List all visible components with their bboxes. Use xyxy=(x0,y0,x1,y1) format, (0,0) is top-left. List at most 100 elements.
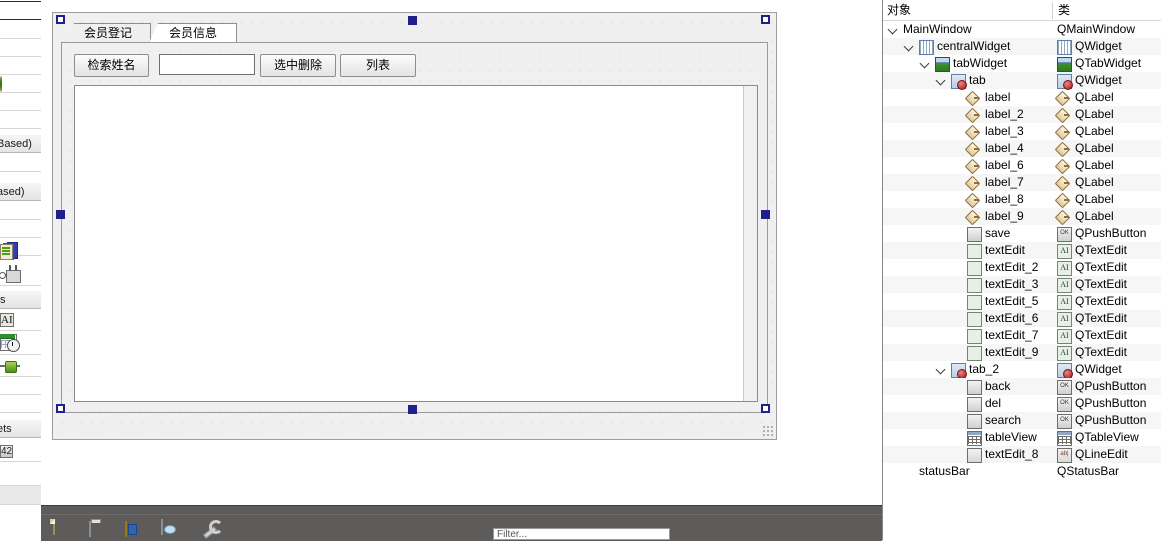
selection-handle-middle-left[interactable] xyxy=(56,210,65,219)
column-header-object[interactable]: 对象 xyxy=(887,0,911,20)
object-inspector-row[interactable]: textEdit_7 AI QTextEdit xyxy=(883,327,1161,344)
widget-box-category-item-based-2[interactable]: ased) xyxy=(0,182,41,201)
widget-box-row[interactable] xyxy=(0,220,41,238)
table-vertical-scrollbar[interactable] xyxy=(743,86,757,401)
object-inspector-row[interactable]: tab QWidget xyxy=(883,72,1161,90)
object-inspector-row[interactable]: label_9 QLabel xyxy=(883,208,1161,225)
search-name-input[interactable] xyxy=(159,54,255,75)
object-inspector-row[interactable]: label_3 QLabel xyxy=(883,123,1161,140)
widget-box-row-arrow[interactable] xyxy=(0,75,41,93)
column-divider[interactable] xyxy=(1052,2,1053,19)
class-name: QLabel xyxy=(1075,175,1114,189)
object-inspector-row[interactable]: label_6 QLabel xyxy=(883,157,1161,174)
open-project-icon[interactable] xyxy=(125,520,145,538)
object-inspector-row[interactable]: label_4 QLabel xyxy=(883,140,1161,157)
search-button[interactable]: 检索姓名 xyxy=(74,54,149,77)
object-inspector-row[interactable]: tabWidget QTabWidget xyxy=(883,55,1161,72)
selection-handle-bottom-left[interactable] xyxy=(56,404,65,413)
object-inspector-row[interactable]: label_8 QLabel xyxy=(883,191,1161,208)
widget-box-row-spinbox[interactable]: 42 xyxy=(0,440,41,462)
table-view[interactable] xyxy=(74,85,758,402)
widget-box-category-display-widgets[interactable]: ets xyxy=(0,419,41,438)
object-inspector-row[interactable]: textEdit_3 AI QTextEdit xyxy=(883,276,1161,293)
tab-page-content[interactable]: 检索姓名 选中删除 列表 xyxy=(61,42,768,413)
widget-box-category-item-based[interactable]: Based) xyxy=(0,134,41,153)
selection-handle-bottom-right[interactable] xyxy=(761,404,770,413)
widget-box-row-books[interactable] xyxy=(0,238,41,260)
tab-hui-yuan-deng-ji[interactable]: 会员登记 xyxy=(65,23,151,43)
object-inspector-row[interactable]: textEdit AI QTextEdit xyxy=(883,242,1161,259)
object-inspector-row[interactable]: centralWidget QWidget xyxy=(883,38,1161,55)
wrench-icon[interactable] xyxy=(201,520,221,538)
object-inspector-row[interactable]: textEdit_2 AI QTextEdit xyxy=(883,259,1161,276)
chevron-down-icon[interactable] xyxy=(937,76,946,85)
column-header-class[interactable]: 类 xyxy=(1058,0,1070,20)
object-inspector-row[interactable]: textEdit_5 AI QTextEdit xyxy=(883,293,1161,310)
widget-box-row[interactable] xyxy=(0,154,41,172)
widget-box-row-label[interactable]: AI xyxy=(0,310,41,331)
widget-box-row[interactable] xyxy=(0,93,41,111)
delete-selected-button[interactable]: 选中删除 xyxy=(260,54,336,77)
form-resize-grip[interactable] xyxy=(762,425,773,436)
tab-page-icon-class xyxy=(1057,74,1073,90)
object-inspector-row[interactable]: del OK QPushButton xyxy=(883,395,1161,412)
form-window[interactable]: 会员登记 会员信息 检索姓名 选中删除 列表 xyxy=(52,12,777,440)
object-inspector-row[interactable]: back OK QPushButton xyxy=(883,378,1161,395)
widget-box-row[interactable] xyxy=(0,57,41,75)
new-file-icon[interactable] xyxy=(53,519,73,538)
object-name: label_9 xyxy=(985,209,1024,223)
widget-box-scrollbar[interactable] xyxy=(0,486,41,505)
chevron-down-icon[interactable] xyxy=(905,42,914,51)
object-inspector-row[interactable]: tableView QTableView xyxy=(883,429,1161,446)
selection-handle-top-left[interactable] xyxy=(56,15,65,24)
chevron-down-icon[interactable] xyxy=(889,25,898,34)
filter-input[interactable]: Filter... xyxy=(493,528,670,540)
class-name: QLabel xyxy=(1075,158,1114,172)
object-inspector-row[interactable]: label_7 QLabel xyxy=(883,174,1161,191)
label-icon xyxy=(967,125,980,138)
open-file-icon[interactable] xyxy=(89,520,109,538)
tab-widget-icon xyxy=(935,57,950,72)
class-name: QStatusBar xyxy=(1057,464,1120,478)
object-inspector-row[interactable]: label_2 QLabel xyxy=(883,106,1161,123)
selection-handle-bottom-center[interactable] xyxy=(408,405,417,414)
object-name: label_3 xyxy=(985,124,1024,138)
widget-box-row-slider[interactable] xyxy=(0,355,41,377)
widget-box-row[interactable] xyxy=(0,377,41,395)
form-editor-canvas[interactable]: 会员登记 会员信息 检索姓名 选中删除 列表 xyxy=(41,0,882,505)
widget-box-row[interactable] xyxy=(0,39,41,57)
recent-file-icon[interactable] xyxy=(161,519,181,538)
object-inspector-row[interactable]: tab_2 QWidget xyxy=(883,361,1161,379)
tab-hui-yuan-xin-xi[interactable]: 会员信息 xyxy=(149,23,237,43)
widget-box-row-qt[interactable] xyxy=(0,462,41,486)
widget-box-row-datetime[interactable] xyxy=(0,331,41,355)
widget-box-row[interactable] xyxy=(0,395,41,413)
widget-box-row-container[interactable] xyxy=(0,262,41,286)
object-inspector-row[interactable]: label QLabel xyxy=(883,89,1161,106)
chevron-down-icon[interactable] xyxy=(937,365,946,374)
selection-handle-top-center[interactable] xyxy=(408,16,417,25)
widget-box-row[interactable] xyxy=(0,202,41,220)
object-inspector-row[interactable]: MainWindow QMainWindow xyxy=(883,21,1161,38)
chevron-down-icon[interactable] xyxy=(921,59,930,68)
object-inspector-row[interactable]: textEdit_8 ab| QLineEdit xyxy=(883,446,1161,463)
object-inspector-row[interactable]: textEdit_6 AI QTextEdit xyxy=(883,310,1161,327)
selection-handle-top-right[interactable] xyxy=(761,15,770,24)
selection-handle-middle-right[interactable] xyxy=(761,210,770,219)
bottom-toolbar[interactable] xyxy=(41,505,882,541)
object-inspector-row[interactable]: textEdit_9 AI QTextEdit xyxy=(883,344,1161,361)
label-icon-class xyxy=(1057,210,1070,223)
object-inspector-row[interactable]: search OK QPushButton xyxy=(883,412,1161,429)
object-inspector-row[interactable]: statusBar QStatusBar xyxy=(883,463,1161,480)
widget-box-row[interactable] xyxy=(0,111,41,129)
list-button[interactable]: 列表 xyxy=(340,54,416,77)
widget-box-row[interactable] xyxy=(0,21,41,39)
class-name: QLabel xyxy=(1075,192,1114,206)
widget-box-category-input-widgets[interactable]: ts xyxy=(0,290,41,309)
object-inspector-rows[interactable]: MainWindow QMainWindow centralWidget QWidge… xyxy=(883,21,1161,480)
widget-box-panel[interactable]: Based) ased) ts AI ets 42 xyxy=(0,0,42,505)
widget-box-search-input[interactable] xyxy=(0,1,41,20)
object-inspector[interactable]: 对象 类 MainWindow QMainWindow centralWidget Q… xyxy=(882,0,1161,540)
object-inspector-row[interactable]: save OK QPushButton xyxy=(883,225,1161,242)
tabwidget[interactable]: 会员登记 会员信息 检索姓名 选中删除 列表 xyxy=(61,21,768,413)
